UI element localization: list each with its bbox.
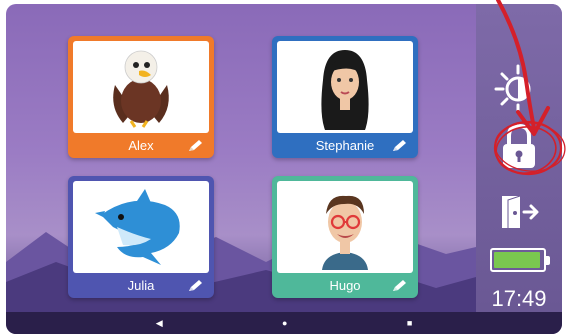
card-footer: Julia bbox=[73, 273, 209, 298]
card-footer: Stephanie bbox=[277, 133, 413, 158]
profile-card-alex[interactable]: Alex bbox=[68, 36, 214, 158]
battery-indicator bbox=[490, 248, 550, 272]
profile-card-julia[interactable]: Julia bbox=[68, 176, 214, 298]
android-navigation-bar: ◀ ● ■ bbox=[6, 312, 562, 334]
home-button[interactable]: ● bbox=[282, 318, 287, 328]
card-footer: Alex bbox=[73, 133, 209, 158]
clock-display: 17:49 bbox=[491, 286, 547, 311]
dolphin-avatar bbox=[73, 181, 209, 273]
lock-icon[interactable] bbox=[500, 122, 538, 170]
profile-name: Alex bbox=[128, 138, 154, 153]
man-glasses-avatar bbox=[277, 181, 413, 273]
profile-name: Hugo bbox=[329, 278, 361, 293]
sun-brightness-icon[interactable] bbox=[494, 62, 542, 112]
profile-card-hugo[interactable]: Hugo bbox=[272, 176, 418, 298]
recents-button[interactable]: ■ bbox=[407, 318, 412, 328]
pencil-edit-icon[interactable] bbox=[391, 279, 407, 293]
pencil-edit-icon[interactable] bbox=[391, 139, 407, 153]
card-footer: Hugo bbox=[277, 273, 413, 298]
battery-level-fill bbox=[494, 252, 540, 268]
eagle-avatar bbox=[73, 41, 209, 133]
woman-avatar bbox=[277, 41, 413, 133]
dolphin-icon bbox=[95, 189, 180, 265]
profile-card-stephanie[interactable]: Stephanie bbox=[272, 36, 418, 158]
battery-terminal bbox=[546, 256, 550, 265]
eagle-icon bbox=[113, 50, 169, 128]
woman-face-icon bbox=[321, 50, 369, 130]
door-exit-icon[interactable] bbox=[498, 192, 540, 232]
profile-name: Julia bbox=[127, 278, 155, 293]
back-button[interactable]: ◀ bbox=[156, 318, 163, 328]
man-face-icon bbox=[322, 195, 368, 270]
tablet-screen: Alex Stephanie Julia Hugo 17:49 ◀ ● ■ bbox=[6, 4, 562, 334]
profile-selection-area: Alex Stephanie Julia Hugo bbox=[6, 4, 476, 334]
sidebar: 17:49 bbox=[476, 4, 562, 312]
pencil-edit-icon[interactable] bbox=[187, 279, 203, 293]
pencil-edit-icon[interactable] bbox=[187, 139, 203, 153]
profile-name: Stephanie bbox=[315, 138, 375, 153]
